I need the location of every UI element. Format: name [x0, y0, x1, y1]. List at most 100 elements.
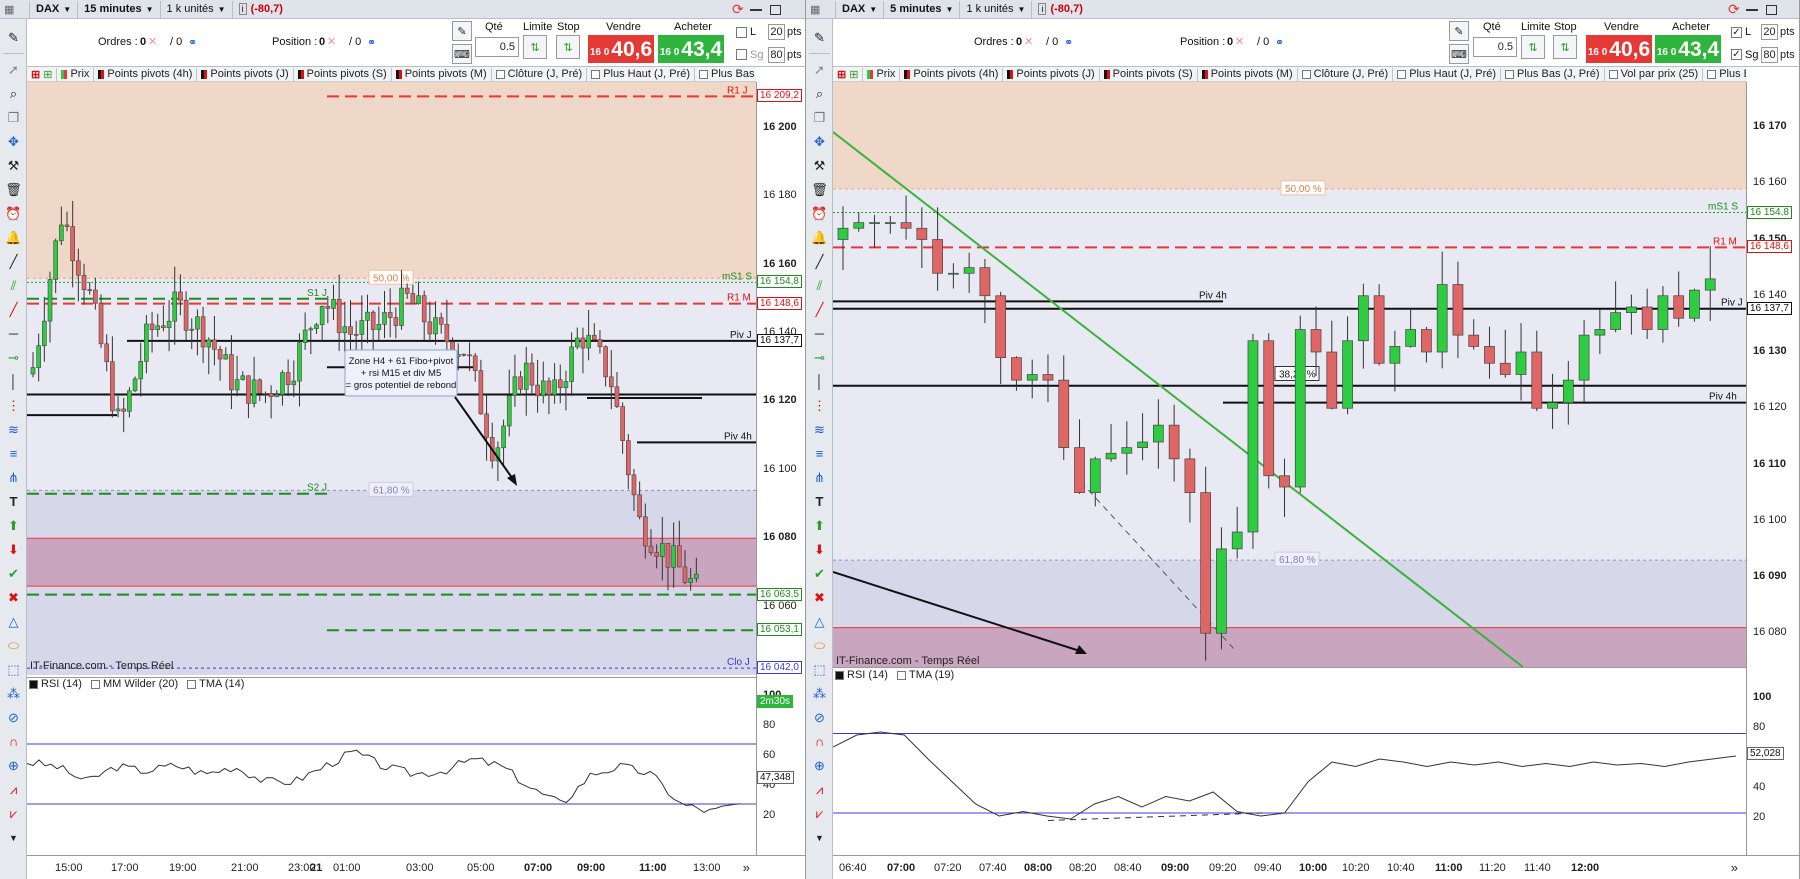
rectangle-icon[interactable]: ⬚ [3, 659, 24, 680]
close-orders-icon[interactable]: ✕ [1024, 35, 1033, 48]
window-icon[interactable]: ▦ [0, 0, 30, 18]
horizontal-line-icon[interactable]: ─ [3, 323, 24, 344]
close-position-icon[interactable]: ✕ [1235, 35, 1244, 48]
buy-button[interactable]: 16 0 43,4 [658, 35, 724, 63]
legend-item[interactable]: Points pivots (J) [1003, 67, 1100, 81]
limit-order-button[interactable]: ⇅ [523, 35, 547, 59]
legend-item[interactable]: Plus Bas (S, Pré) [1703, 68, 1746, 81]
zoom-icon[interactable]: ⊘ [809, 707, 830, 728]
trendline-icon[interactable]: ╱ [3, 251, 24, 272]
legend-item[interactable]: Plus Bas (J, Pré) [695, 68, 756, 81]
right-rsi-chart[interactable] [833, 667, 1746, 854]
copy-icon[interactable]: ❐ [809, 107, 830, 128]
vertical-line-icon[interactable]: │ [3, 371, 24, 392]
fibonacci-icon[interactable]: ⋮ [809, 395, 830, 416]
sg-checkbox[interactable] [736, 49, 747, 60]
info-icon[interactable]: i [1038, 3, 1047, 15]
units-selector[interactable]: 1 k unités ▼ [161, 0, 233, 18]
histogram-icon[interactable]: ⩗ [3, 803, 24, 824]
arrow-indicator-icon[interactable]: ⊞ [849, 68, 858, 81]
trash-icon[interactable]: 🗑 [3, 179, 24, 200]
legend-item[interactable]: Points pivots (M) [392, 67, 492, 81]
vertical-line-icon[interactable]: │ [809, 371, 830, 392]
legend-item[interactable]: Plus Haut (J, Pré) [1393, 67, 1502, 81]
trash-icon[interactable]: 🗑 [809, 179, 830, 200]
instrument-selector[interactable]: DAX ▼ [836, 0, 885, 18]
move-icon[interactable]: ✥ [3, 131, 24, 152]
calculator-icon[interactable]: ✎ [1449, 21, 1469, 41]
wrench-icon[interactable]: ⚒ [809, 155, 830, 176]
chart-icon[interactable]: ⩘ [809, 779, 830, 800]
legend-item[interactable]: Prix [57, 67, 95, 81]
fibfan-icon[interactable]: ≡ [3, 443, 24, 464]
rsi-legend-checkbox[interactable] [29, 679, 38, 689]
legend-item[interactable]: Plus Haut (J, Pré) [587, 67, 696, 81]
instrument-selector[interactable]: DAX ▼ [30, 0, 79, 18]
point-icon[interactable]: ⊸ [809, 347, 830, 368]
orders-link-icon[interactable]: ⚭ [188, 36, 197, 49]
cursor-icon[interactable]: ➚ [3, 59, 24, 80]
minimize-icon[interactable] [749, 8, 762, 11]
arrow-down-icon[interactable]: ⬇ [3, 539, 24, 560]
l-checkbox[interactable] [736, 27, 747, 38]
triangle-icon[interactable]: △ [3, 611, 24, 632]
rectangle-icon[interactable]: ⬚ [809, 659, 830, 680]
arrow-up-icon[interactable]: ⬆ [809, 515, 830, 536]
magnifier-icon[interactable]: ⌕ [809, 83, 830, 104]
sync-icon[interactable]: ⟳ [732, 1, 744, 18]
magnifier-icon[interactable]: ⌕ [3, 83, 24, 104]
calculator-icon[interactable]: ✎ [452, 21, 472, 41]
right-price-axis[interactable]: 16 170 16 160 16 150 16 140 16 130 16 120 16 1… [1746, 82, 1799, 855]
more-icon[interactable]: ▼ [3, 827, 24, 848]
more-icon[interactable]: ▼ [809, 827, 830, 848]
add-indicator-icon[interactable]: ⊞ [837, 68, 846, 81]
cursor-icon[interactable]: ➚ [809, 59, 830, 80]
right-price-chart[interactable]: mS1 SR1 MPiv JPiv 4hPiv 4h50,00 %38,20 %… [833, 82, 1746, 667]
legend-item[interactable]: Points pivots (4h) [94, 67, 198, 81]
info-icon[interactable]: i [238, 3, 247, 15]
pts-top-input[interactable]: 20 [1761, 24, 1778, 40]
pencil-icon[interactable]: ✎ [3, 27, 24, 48]
quantity-input[interactable]: 0.5 [1473, 37, 1517, 57]
legend-item[interactable]: Clôture (J, Pré) [492, 67, 588, 81]
parallel-icon[interactable]: ╱ [3, 299, 24, 320]
timeframe-selector[interactable]: 5 minutes ▼ [884, 0, 961, 18]
fan-icon[interactable]: ≋ [809, 419, 830, 440]
position-link-icon[interactable]: ⚭ [367, 36, 376, 49]
pts-bottom-input[interactable]: 80 [768, 47, 785, 63]
pitchfork-icon[interactable]: ⋔ [809, 467, 830, 488]
legend-item[interactable]: Points pivots (J) [197, 67, 294, 81]
units-selector[interactable]: 1 k unités ▼ [960, 0, 1033, 18]
pencil-icon[interactable]: ✎ [809, 27, 830, 48]
l-checkbox[interactable]: ✓ [1731, 27, 1742, 38]
bell-icon[interactable]: 🔔 [809, 227, 830, 248]
legend-item[interactable]: Points pivots (S) [1100, 67, 1198, 81]
text-icon[interactable]: T [809, 491, 830, 512]
rsi-legend-checkbox[interactable] [187, 679, 197, 689]
arrow-indicator-icon[interactable]: ⊞ [43, 68, 52, 81]
rsi-legend-checkbox[interactable] [896, 670, 906, 680]
point-icon[interactable]: ⊸ [3, 347, 24, 368]
horizontal-line-icon[interactable]: ─ [809, 323, 830, 344]
fan-icon[interactable]: ≋ [3, 419, 24, 440]
wrench-icon[interactable]: ⚒ [3, 155, 24, 176]
chart-icon[interactable]: ⩘ [3, 779, 24, 800]
left-rsi-chart[interactable] [27, 677, 756, 854]
arrow-down-icon[interactable]: ⬇ [809, 539, 830, 560]
close-position-icon[interactable]: ✕ [327, 35, 336, 48]
orders-link-icon[interactable]: ⚭ [1064, 36, 1073, 49]
rsi-legend-checkbox[interactable] [835, 670, 844, 680]
bell-icon[interactable]: 🔔 [3, 227, 24, 248]
legend-item[interactable]: Plus Bas (J, Pré) [1501, 67, 1605, 81]
quantity-input[interactable]: 0.5 [475, 37, 519, 57]
legend-item[interactable]: Vol par prix (25) [1605, 67, 1704, 81]
legend-item[interactable]: Points pivots (M) [1198, 67, 1298, 81]
sell-button[interactable]: 16 0 40,6 [1586, 35, 1652, 63]
keyboard-icon[interactable]: ⌨ [1449, 44, 1469, 64]
pitchfork-icon[interactable]: ⋔ [3, 467, 24, 488]
keyboard-icon[interactable]: ⌨ [452, 44, 472, 64]
legend-controls[interactable]: ⊞ ⊞ [27, 67, 58, 81]
cross-icon[interactable]: ✖ [3, 587, 24, 608]
stop-order-button[interactable]: ⇅ [556, 35, 580, 59]
maximize-icon[interactable] [769, 4, 781, 15]
